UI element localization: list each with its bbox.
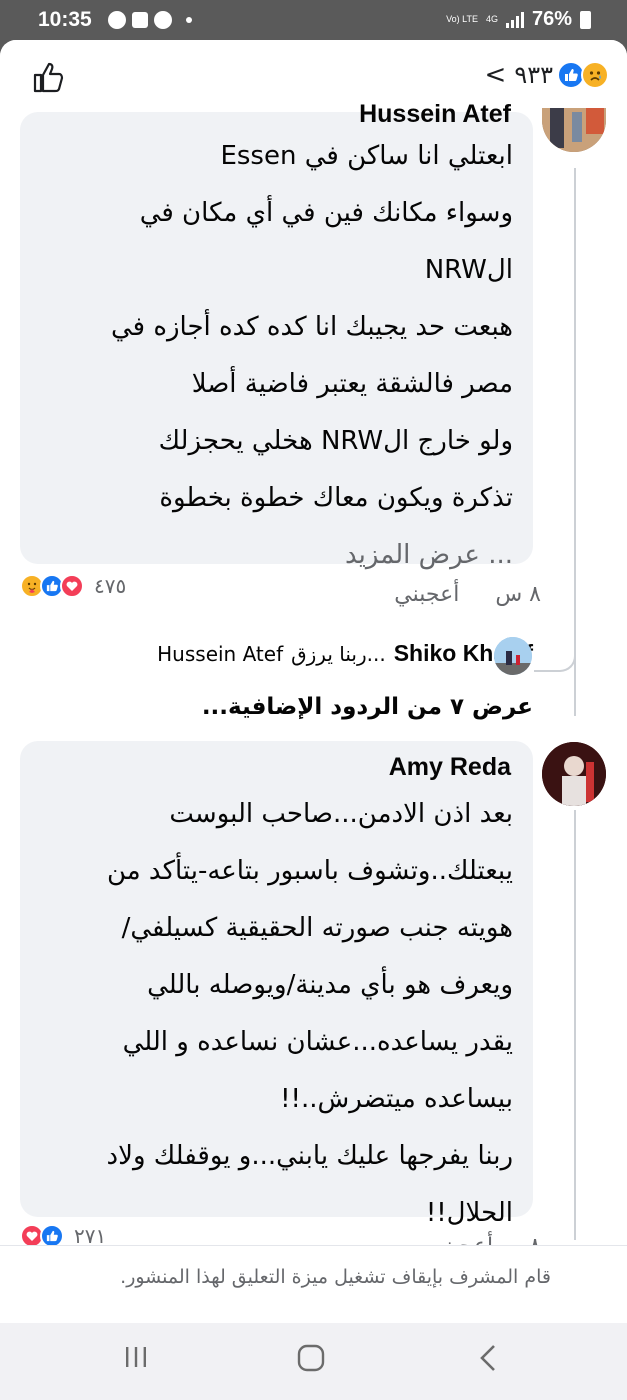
comment-author[interactable]: Amy Reda — [389, 753, 511, 782]
comment-body: ابعتلي انا ساكن في Essen وسواء مكانك فين… — [111, 128, 513, 584]
comment-line: ربنا يفرجها عليك يابني...و يوقفلك ولاد — [106, 1141, 513, 1171]
avatar-shiko[interactable] — [494, 637, 532, 675]
like-reaction-icon — [40, 1224, 64, 1245]
comment-line: بعد اذن الادمن...صاحب البوست — [169, 799, 513, 829]
comments-sheet: < ٩٣٣ Hussein Atef ابعتلي انا ساكن في Es… — [0, 40, 627, 1323]
comment-line: ويعرف هو بأي مدينة/ويوصله باللي — [147, 970, 513, 1000]
like-button[interactable]: أعجبني — [428, 1234, 493, 1245]
thread-line-amy — [574, 810, 576, 1240]
sad-reaction-icon — [581, 61, 609, 89]
reply-connector — [534, 640, 576, 672]
comment-line: الNRW — [424, 255, 513, 285]
gallery-icon — [132, 12, 148, 28]
comment-time: ٨ س — [495, 582, 541, 607]
signal-icon — [505, 11, 524, 28]
comment-meta: ٨ س أعجبني — [394, 582, 541, 607]
comment-author[interactable]: Hussein Atef — [359, 100, 511, 129]
reaction-count: ٢٧١ — [74, 1224, 107, 1245]
comment-line: ابعتلي انا ساكن في Essen — [220, 141, 513, 171]
comment-line: تذكرة ويكون معاك خطوة بخطوة — [159, 483, 513, 513]
comments-disabled-notice: قام المشرف بإيقاف تشغيل ميزة التعليق لهذ… — [120, 1266, 551, 1288]
battery-icon — [580, 10, 591, 29]
reactions-summary-button[interactable]: < ٩٣٣ — [485, 60, 609, 90]
messenger-icon — [154, 11, 172, 29]
thread-line — [574, 168, 576, 686]
status-right: Vo) LTE 4G 76% — [446, 8, 591, 31]
avatar-hussein[interactable] — [542, 108, 606, 152]
like-outline-icon[interactable] — [32, 60, 66, 94]
back-icon[interactable] — [476, 1343, 500, 1373]
comment-bubble: Amy Reda بعد اذن الادمن...صاحب البوست يب… — [20, 741, 533, 1228]
comments-header: < ٩٣٣ — [0, 40, 627, 116]
reply-text: ربنا يرزق... — [291, 641, 386, 666]
thread-line-lower — [574, 686, 576, 716]
reply-preview[interactable]: Hussein Atef ربنا يرزق... Shiko Khalaf — [157, 640, 533, 667]
system-nav-bar — [0, 1323, 627, 1400]
comment-time: ٨ — [529, 1234, 541, 1245]
network-type: 4G — [485, 14, 498, 24]
recent-apps-icon[interactable] — [122, 1343, 150, 1371]
status-bar: 10:35 Vo) LTE 4G 76% — [0, 0, 627, 40]
comment-line: يبعتلك..وتشوف باسبور بتاعه-يتأكد من — [106, 856, 513, 886]
home-icon[interactable] — [296, 1343, 326, 1373]
comment-line: ولو خارج الNRW هخلي يحجزلك — [158, 426, 513, 456]
chevron-left-icon: < — [484, 60, 507, 90]
avatar-amy[interactable] — [542, 742, 606, 806]
notification-icons — [108, 10, 192, 30]
more-notifications-dot-icon — [186, 17, 192, 23]
comment-line: هويته جنب صورته الحقيقية كسيلفي/ — [121, 913, 513, 943]
see-more-link[interactable]: ... عرض المزيد — [111, 527, 513, 584]
view-more-replies-link[interactable]: عرض ٧ من الردود الإضافية... — [202, 694, 533, 720]
comment-line: يقدر يساعده...عشان نساعده و اللي — [122, 1027, 513, 1057]
comment-line: وسواء مكانك فين في أي مكان في — [139, 198, 513, 228]
reply-mention: Hussein Atef — [157, 641, 284, 666]
whatsapp-icon — [108, 11, 126, 29]
love-reaction-icon — [60, 574, 84, 598]
comment-meta: ٨ أعجبني — [428, 1234, 541, 1245]
header-reaction-count: ٩٣٣ — [514, 61, 553, 89]
like-button[interactable]: أعجبني — [394, 582, 459, 607]
comment-line: هبعت حد يجيبك انا كده كده أجازه في — [111, 312, 513, 342]
comment-line: مصر فالشقة يعتبر فاضية أصلا — [191, 369, 513, 399]
comments-disabled-footer: قام المشرف بإيقاف تشغيل ميزة التعليق لهذ… — [0, 1245, 627, 1323]
comment-reactions[interactable]: ٤٧٥ — [20, 574, 126, 598]
battery-percent: 76% — [531, 8, 572, 30]
comment-line: بيساعده ميتضرش..!! — [280, 1084, 513, 1114]
comment-meta-clip: ٢٧١ ٨ أعجبني — [0, 1220, 627, 1245]
comment-bubble: Hussein Atef ابعتلي انا ساكن في Essen وس… — [20, 100, 533, 570]
reaction-count: ٤٧٥ — [94, 574, 127, 598]
status-time: 10:35 — [38, 8, 92, 31]
comment-body: بعد اذن الادمن...صاحب البوست يبعتلك..وتش… — [107, 786, 513, 1242]
volte-indicator: Vo) LTE — [446, 14, 478, 24]
comment-reactions[interactable]: ٢٧١ — [20, 1224, 106, 1245]
